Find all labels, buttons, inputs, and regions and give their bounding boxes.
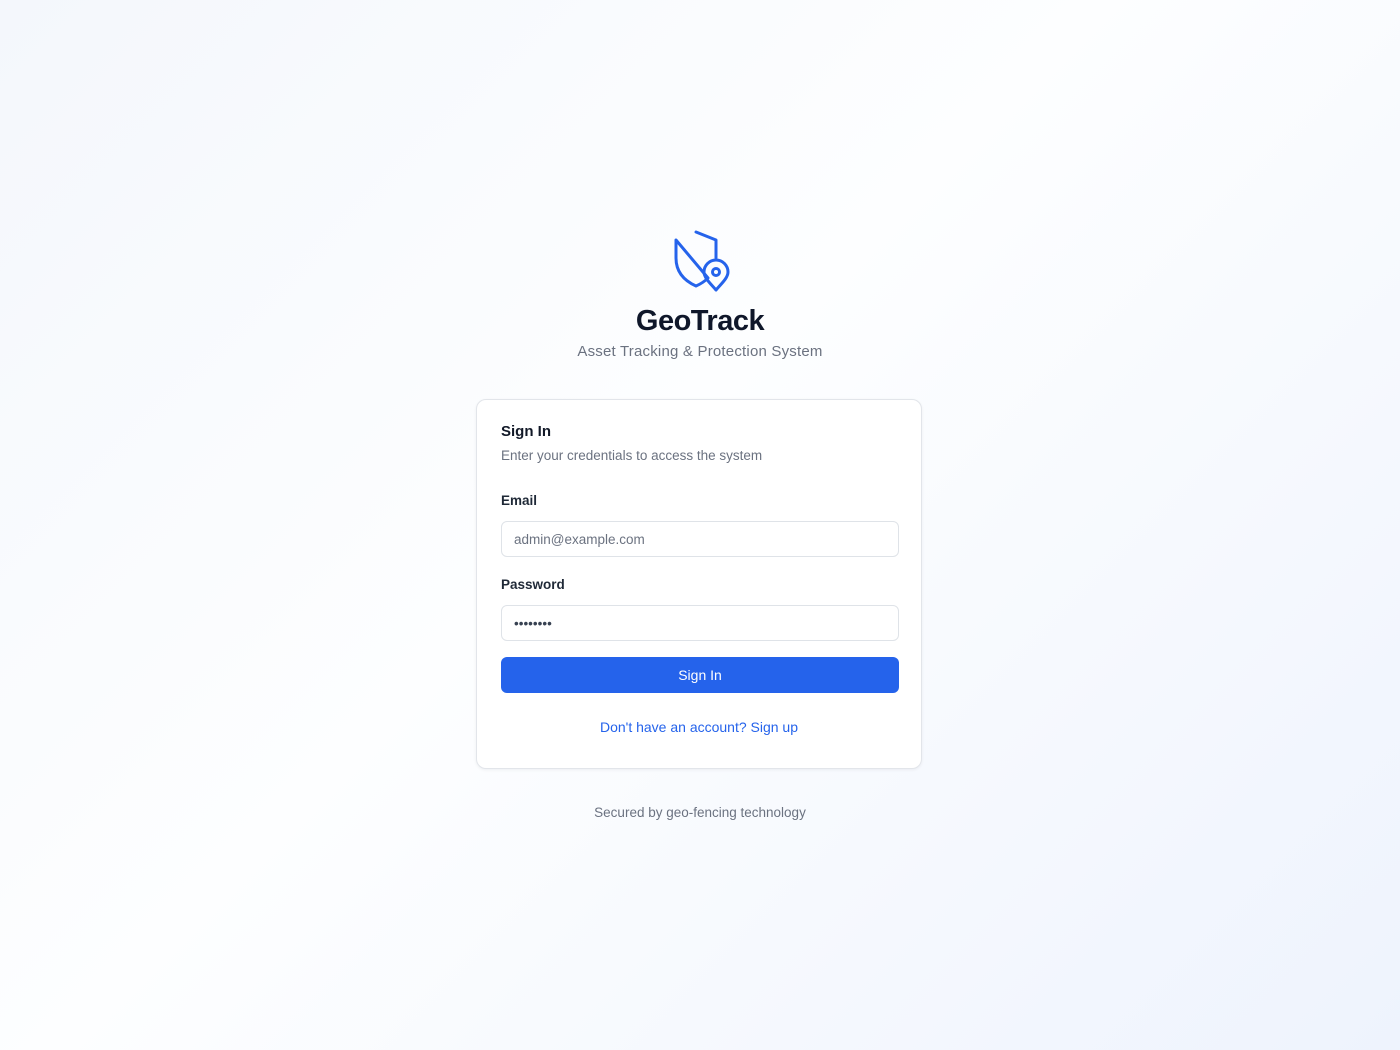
email-input[interactable] <box>501 521 899 557</box>
app-name: GeoTrack <box>635 305 765 337</box>
app-tagline: Asset Tracking & Protection System <box>577 343 823 360</box>
email-label: Email <box>501 493 538 508</box>
sign-in-button[interactable]: Sign In <box>501 657 899 693</box>
password-input[interactable] <box>501 605 899 641</box>
shield-location-icon <box>674 230 730 292</box>
brand-header: GeoTrack Asset Tracking & Protection Sys… <box>0 228 1400 362</box>
signin-card: Sign In Enter your credentials to access… <box>476 399 922 769</box>
sign-up-link[interactable]: Don't have an account? Sign up <box>501 718 897 736</box>
card-description: Enter your credentials to access the sys… <box>501 448 763 463</box>
security-note: Secured by geo-fencing technology <box>594 805 806 820</box>
password-label: Password <box>501 577 565 592</box>
card-title: Sign In <box>501 423 551 440</box>
